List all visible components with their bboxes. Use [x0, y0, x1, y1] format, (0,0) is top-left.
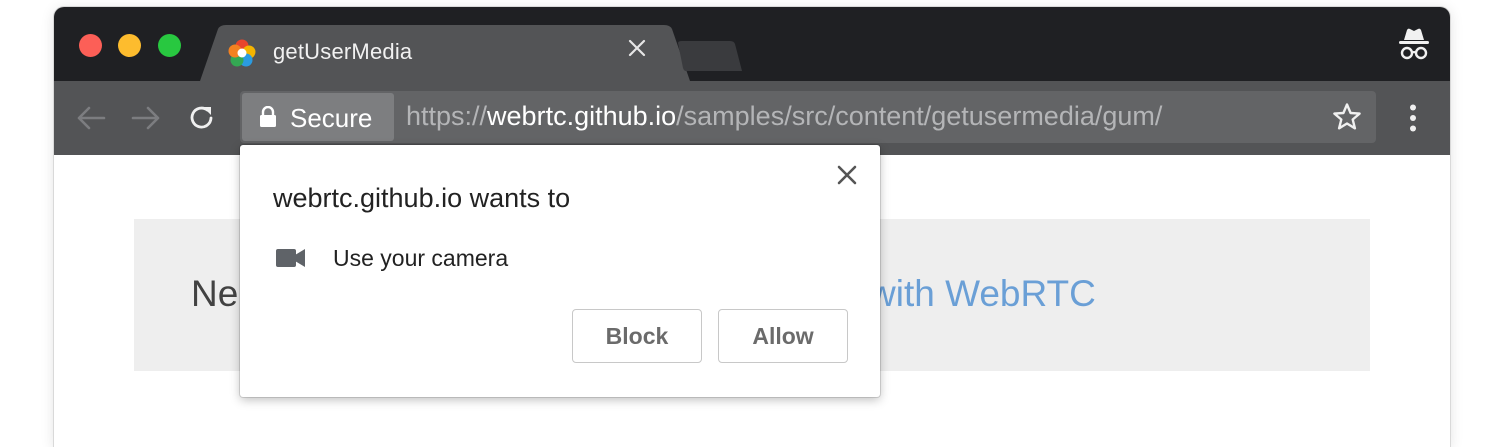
- reload-icon[interactable]: [187, 103, 217, 133]
- security-label: Secure: [290, 103, 373, 133]
- webrtc-logo-icon: [228, 39, 256, 67]
- videocam-icon: [276, 249, 305, 267]
- address-bar[interactable]: Secure https://webrtc.github.io/samples/…: [240, 91, 1376, 143]
- security-chip[interactable]: Secure: [242, 93, 394, 141]
- maximize-window-button[interactable]: [158, 34, 181, 57]
- forward-arrow-icon[interactable]: [131, 105, 161, 131]
- incognito-icon: [1399, 28, 1429, 60]
- close-icon[interactable]: [837, 165, 857, 185]
- tab-title: getUserMedia: [273, 39, 413, 64]
- permission-label: Use your camera: [333, 245, 509, 271]
- permission-prompt: webrtc.github.io wants to Use your camer…: [240, 145, 880, 397]
- url-scheme: https://: [406, 101, 488, 131]
- back-arrow-icon[interactable]: [76, 105, 106, 131]
- banner-link[interactable]: with WebRTC: [869, 273, 1096, 315]
- prompt-title: webrtc.github.io wants to: [273, 183, 571, 213]
- url-host: webrtc.github.io: [487, 101, 677, 131]
- browser-toolbar: Secure https://webrtc.github.io/samples/…: [54, 81, 1450, 155]
- new-tab-button[interactable]: [676, 41, 742, 71]
- block-button[interactable]: Block: [572, 309, 702, 363]
- url-text: https://webrtc.github.io/samples/src/con…: [406, 101, 1162, 132]
- url-path: /samples/src/content/getusermedia/gum/: [676, 101, 1163, 131]
- more-vert-icon[interactable]: [1408, 104, 1418, 132]
- tab-getusermedia[interactable]: getUserMedia: [200, 25, 690, 81]
- banner-heading: Ne: [191, 273, 239, 314]
- minimize-window-button[interactable]: [118, 34, 141, 57]
- allow-button[interactable]: Allow: [718, 309, 848, 363]
- lock-icon: [260, 106, 276, 127]
- close-icon[interactable]: [627, 38, 647, 58]
- star-icon[interactable]: [1332, 102, 1362, 132]
- tab-strip: getUserMedia: [54, 7, 1450, 81]
- close-window-button[interactable]: [79, 34, 102, 57]
